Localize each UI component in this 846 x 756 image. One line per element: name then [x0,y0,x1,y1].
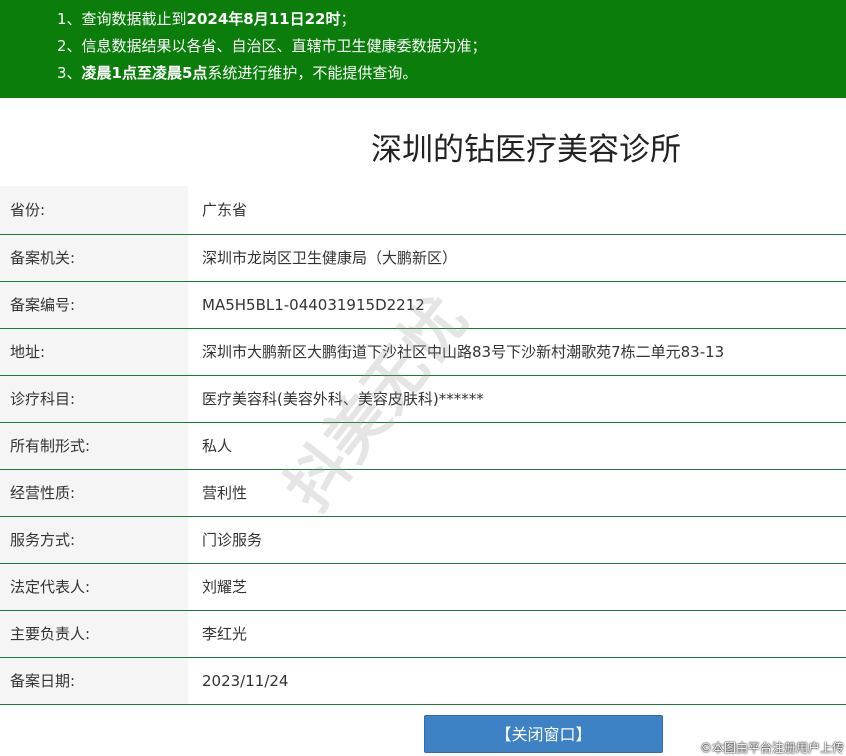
field-label: 法定代表人: [0,563,188,611]
field-label: 省份: [0,186,188,235]
field-value: 广东省 [188,186,846,235]
clinic-name: 深圳的钻医疗美容诊所 [371,132,681,168]
upload-note: ©本图由平台注册用户上传 [699,741,844,755]
close-window-button[interactable]: 【关闭窗口】 [424,715,663,753]
field-label: 地址: [0,328,188,376]
notice-line-3: 3、凌晨1点至凌晨5点系统进行维护，不能提供查询。 [57,64,418,82]
table-row: 备案机关: 深圳市龙岗区卫生健康局（大鹏新区） [0,234,846,282]
field-label: 主要负责人: [0,610,188,658]
table-row: 省份: 广东省 [0,186,846,235]
table-row: 法定代表人: 刘耀芝 [0,563,846,611]
field-value: 李红光 [188,610,846,658]
field-label: 备案机关: [0,234,188,282]
field-value: MA5H5BL1-044031915D2212 [188,281,846,329]
table-row: 主要负责人: 李红光 [0,610,846,658]
notice-banner: 1、查询数据截止到2024年8月11日22时； 2、信息数据结果以各省、自治区、… [0,0,846,98]
field-label: 所有制形式: [0,422,188,470]
notice-line-1: 1、查询数据截止到2024年8月11日22时； [57,10,356,28]
field-value: 刘耀芝 [188,563,846,611]
info-table: 省份: 广东省 备案机关: 深圳市龙岗区卫生健康局（大鹏新区） 备案编号: MA5H5BL… [0,186,846,705]
table-row: 备案日期: 2023/11/24 [0,657,846,705]
page-title: 深圳的钻医疗美容诊所 [0,130,846,170]
field-label: 备案编号: [0,281,188,329]
watermark: 抖美无忧 [271,283,482,524]
field-value: 医疗美容科(美容外科、美容皮肤科)****** [188,375,846,423]
field-value: 深圳市大鹏新区大鹏街道下沙社区中山路83号下沙新村潮歌苑7栋二单元83-13 [188,328,846,376]
field-value: 深圳市龙岗区卫生健康局（大鹏新区） [188,234,846,282]
field-label: 备案日期: [0,657,188,705]
field-label: 服务方式: [0,516,188,564]
field-value: 2023/11/24 [188,657,846,705]
field-label: 诊疗科目: [0,375,188,423]
table-row: 所有制形式: 私人 [0,422,846,470]
notice-line-2: 2、信息数据结果以各省、自治区、直辖市卫生健康委数据为准； [57,37,487,55]
field-label: 经营性质: [0,469,188,517]
